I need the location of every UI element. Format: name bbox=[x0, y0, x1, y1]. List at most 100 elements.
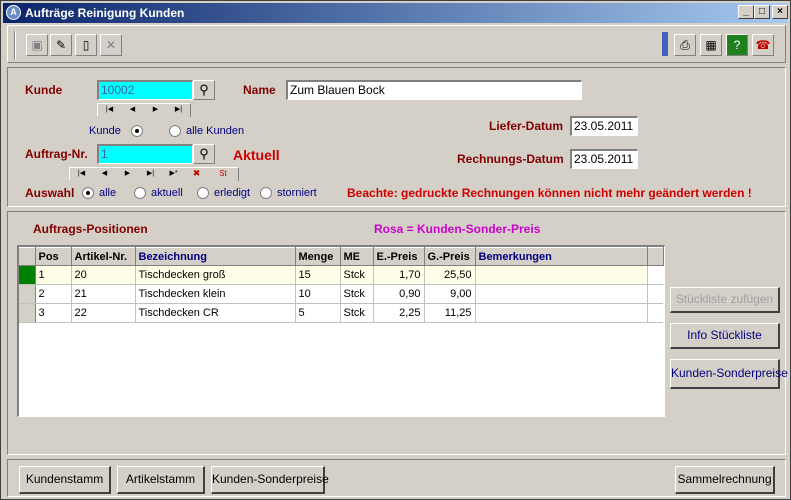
auswahl-aktuell-label: aktuell bbox=[151, 187, 183, 199]
title-bar[interactable]: A Aufträge Reinigung Kunden bbox=[3, 3, 788, 23]
col-pos[interactable]: Pos bbox=[35, 247, 72, 266]
delete-icon[interactable]: ✕ bbox=[100, 34, 122, 56]
nav-first-icon[interactable]: |◀ bbox=[70, 168, 93, 182]
auswahl-alle-radio[interactable] bbox=[82, 187, 94, 199]
cell-g-preis[interactable]: 11,25 bbox=[424, 303, 476, 323]
info-stueckliste-button[interactable]: Info Stückliste bbox=[670, 323, 780, 349]
auftrag-nr-input[interactable]: 1 bbox=[97, 144, 193, 164]
cell-pos[interactable]: 2 bbox=[35, 284, 72, 304]
help-icon[interactable]: ? bbox=[726, 34, 748, 56]
table-row[interactable]: 1 20 Tischdecken groß 15 Stck 1,70 25,50 bbox=[19, 265, 663, 285]
cell-bezeichnung[interactable]: Tischdecken CR bbox=[135, 303, 296, 323]
phone-icon[interactable]: ☎ bbox=[752, 34, 774, 56]
col-g-preis[interactable]: G.-Preis bbox=[424, 247, 476, 266]
row-filler bbox=[647, 284, 663, 304]
kunden-sonderpreise-button[interactable]: Kunden-Sonderpreise bbox=[211, 466, 329, 494]
cell-bezeichnung[interactable]: Tischdecken klein bbox=[135, 284, 296, 304]
rechnungs-datum-label: Rechnungs-Datum bbox=[457, 152, 564, 166]
auftrag-search-icon[interactable]: ⚲ bbox=[193, 144, 215, 164]
maximize-button[interactable]: □ bbox=[754, 5, 770, 19]
cell-e-preis[interactable]: 1,70 bbox=[373, 265, 425, 285]
cell-artikel[interactable]: 22 bbox=[71, 303, 136, 323]
cell-bemerkungen[interactable] bbox=[475, 265, 648, 285]
cell-e-preis[interactable]: 2,25 bbox=[373, 303, 425, 323]
save-icon[interactable]: ▣ bbox=[26, 34, 48, 56]
cell-bezeichnung[interactable]: Tischdecken groß bbox=[135, 265, 296, 285]
scope-kunde-radio[interactable] bbox=[131, 125, 143, 137]
nav-prev-icon[interactable]: ◀ bbox=[121, 104, 144, 118]
nav-next-icon[interactable]: ▶ bbox=[116, 168, 139, 182]
auswahl-storniert-radio[interactable] bbox=[260, 187, 272, 199]
table-row[interactable]: 3 22 Tischdecken CR 5 Stck 2,25 11,25 bbox=[19, 303, 663, 323]
scope-kunde-label: Kunde bbox=[89, 125, 121, 137]
nav-insert-icon[interactable]: ▶* bbox=[162, 168, 185, 182]
cell-menge[interactable]: 5 bbox=[295, 303, 341, 323]
col-me[interactable]: ME bbox=[340, 247, 374, 266]
liefer-datum-input[interactable]: 23.05.2011 bbox=[570, 116, 638, 136]
app-icon[interactable]: A bbox=[6, 5, 21, 20]
col-bemerkungen[interactable]: Bemerkungen bbox=[475, 247, 648, 266]
cell-bemerkungen[interactable] bbox=[475, 284, 648, 304]
toolbar-handle-icon bbox=[662, 32, 668, 56]
scope-alle-radio[interactable] bbox=[169, 125, 181, 137]
kunde-input[interactable]: 10002 bbox=[97, 80, 193, 100]
auftrag-navigator: |◀ ◀ ▶ ▶| ▶* ✖ St bbox=[69, 167, 239, 182]
print-icon[interactable]: ⎙ bbox=[674, 34, 696, 56]
nav-storno-button[interactable]: St bbox=[208, 168, 238, 182]
kunde-navigator: |◀ ◀ ▶ ▶| bbox=[97, 103, 191, 118]
positions-table: Pos Artikel-Nr. Bezeichnung Menge ME E.-… bbox=[17, 245, 665, 417]
table-row[interactable]: 2 21 Tischdecken klein 10 Stck 0,90 9,00 bbox=[19, 284, 663, 304]
kundenstamm-button[interactable]: Kundenstamm bbox=[19, 466, 111, 494]
nav-next-icon[interactable]: ▶ bbox=[144, 104, 167, 118]
nav-delete-icon[interactable]: ✖ bbox=[185, 168, 208, 182]
window-title: Aufträge Reinigung Kunden bbox=[25, 6, 185, 20]
rechnungs-datum-input[interactable]: 23.05.2011 bbox=[570, 149, 638, 169]
cell-artikel[interactable]: 20 bbox=[71, 265, 136, 285]
kunden-sonderpreise-side-button[interactable]: Kunden-Sonderpreise bbox=[670, 359, 788, 389]
col-bezeichnung[interactable]: Bezeichnung bbox=[135, 247, 296, 266]
cell-me[interactable]: Stck bbox=[340, 284, 374, 304]
stueckliste-zufuegen-button[interactable]: Stückliste zufügen bbox=[670, 287, 780, 313]
cell-pos[interactable]: 3 bbox=[35, 303, 72, 323]
cell-bemerkungen[interactable] bbox=[475, 303, 648, 323]
cell-pos[interactable]: 1 bbox=[35, 265, 72, 285]
cell-g-preis[interactable]: 25,50 bbox=[424, 265, 476, 285]
auswahl-erledigt-radio[interactable] bbox=[197, 187, 209, 199]
cell-e-preis[interactable]: 0,90 bbox=[373, 284, 425, 304]
col-artikel-nr[interactable]: Artikel-Nr. bbox=[71, 247, 136, 266]
toolbar-separator bbox=[14, 31, 16, 59]
application-window: A Aufträge Reinigung Kunden _ □ × ▣ ✎ ▯ … bbox=[0, 0, 791, 500]
liefer-datum-label: Liefer-Datum bbox=[489, 119, 564, 133]
kunde-search-icon[interactable]: ⚲ bbox=[193, 80, 215, 100]
nav-prev-icon[interactable]: ◀ bbox=[93, 168, 116, 182]
nav-first-icon[interactable]: |◀ bbox=[98, 104, 121, 118]
auswahl-aktuell-radio[interactable] bbox=[134, 187, 146, 199]
cell-me[interactable]: Stck bbox=[340, 303, 374, 323]
warning-text: Beachte: gedruckte Rechnungen können nic… bbox=[347, 186, 752, 200]
row-filler bbox=[647, 265, 663, 285]
close-button[interactable]: × bbox=[772, 5, 788, 19]
row-filler bbox=[647, 303, 663, 323]
name-input[interactable]: Zum Blauen Bock bbox=[286, 80, 582, 100]
cell-menge[interactable]: 10 bbox=[295, 284, 341, 304]
table-header-row: Pos Artikel-Nr. Bezeichnung Menge ME E.-… bbox=[19, 247, 664, 266]
auswahl-label: Auswahl bbox=[25, 186, 75, 200]
calculator-icon[interactable]: ▦ bbox=[700, 34, 722, 56]
cell-menge[interactable]: 15 bbox=[295, 265, 341, 285]
cell-g-preis[interactable]: 9,00 bbox=[424, 284, 476, 304]
scope-alle-label: alle Kunden bbox=[186, 125, 245, 137]
artikelstamm-button[interactable]: Artikelstamm bbox=[117, 466, 205, 494]
sammelrechnung-button[interactable]: Sammelrechnung bbox=[675, 466, 775, 494]
cell-artikel[interactable]: 21 bbox=[71, 284, 136, 304]
cell-me[interactable]: Stck bbox=[340, 265, 374, 285]
col-e-preis[interactable]: E.-Preis bbox=[373, 247, 425, 266]
nav-last-icon[interactable]: ▶| bbox=[167, 104, 190, 118]
minimize-button[interactable]: _ bbox=[738, 5, 754, 19]
row-selector[interactable] bbox=[19, 303, 36, 323]
row-selector[interactable] bbox=[19, 265, 36, 285]
col-menge[interactable]: Menge bbox=[295, 247, 341, 266]
nav-last-icon[interactable]: ▶| bbox=[139, 168, 162, 182]
row-selector[interactable] bbox=[19, 284, 36, 304]
edit-icon[interactable]: ✎ bbox=[50, 34, 72, 56]
new-document-icon[interactable]: ▯ bbox=[75, 34, 97, 56]
